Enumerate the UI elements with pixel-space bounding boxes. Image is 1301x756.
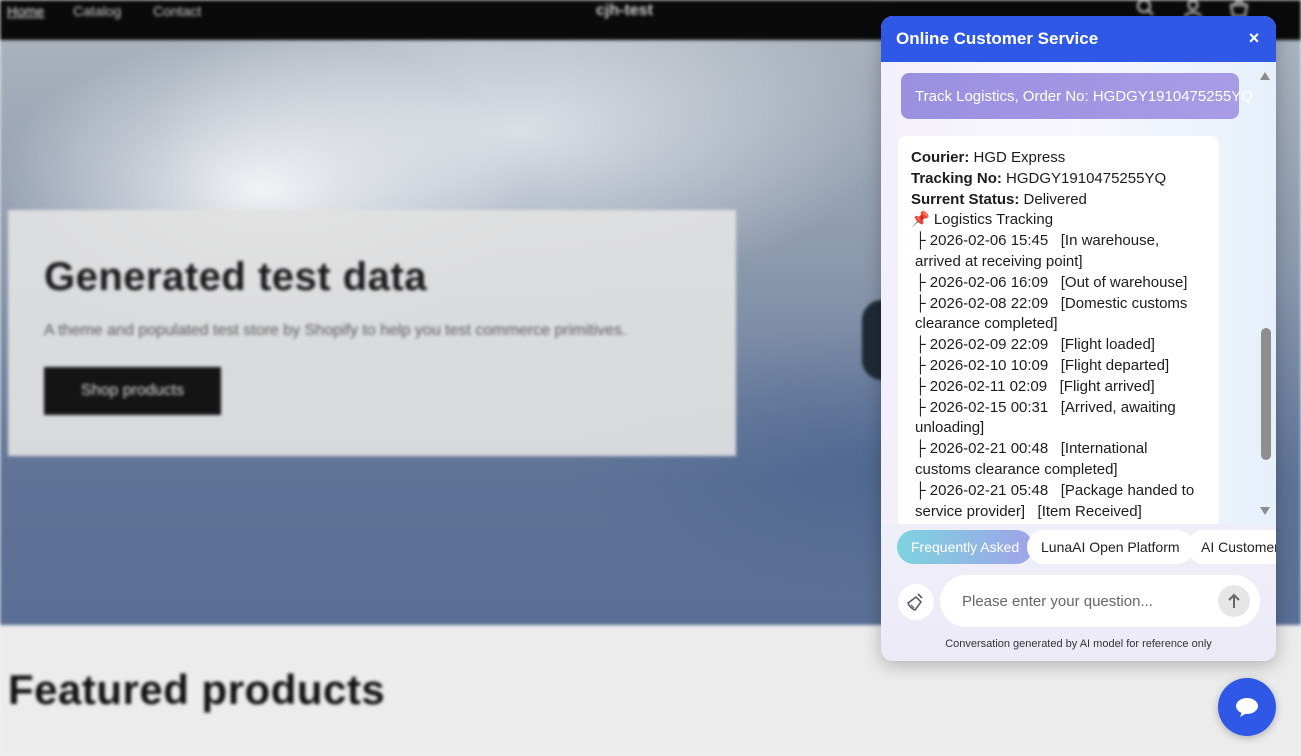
send-button[interactable] — [1218, 585, 1250, 617]
tracking-row: Tracking No: HGDGY1910475255YQ — [911, 169, 1207, 190]
status-label: Surrent Status: — [911, 190, 1020, 208]
clear-chat-broom-icon[interactable] — [898, 584, 934, 620]
tracking-event: ├ 2026-02-08 22:09 [Domestic customs cle… — [915, 294, 1192, 333]
tracking-event: ├ 2026-02-06 16:09 [Out of warehouse] — [915, 273, 1188, 291]
courier-value: HGD Express — [973, 149, 1066, 166]
nav-link-catalog[interactable]: Catalog — [73, 3, 121, 19]
store-brand[interactable]: cjh-test — [596, 2, 653, 20]
tracking-label: Tracking No: — [911, 169, 1002, 187]
tracking-event: ├ 2026-02-10 10:09 [Flight departed] — [915, 356, 1170, 374]
quick-replies: Frequently Asked LunaAI Open Platform AI… — [881, 524, 1276, 568]
chat-header: Online Customer Service × — [881, 16, 1276, 62]
tracking-event: ├ 2026-02-11 02:09 [Flight arrived] — [915, 377, 1155, 395]
quick-reply-ai-customer-service[interactable]: AI Customer Service — [1187, 530, 1276, 564]
status-value: Delivered — [1023, 190, 1087, 208]
user-message: Track Logistics, Order No: HGDGY19104752… — [901, 73, 1253, 119]
status-row: Surrent Status: Delivered — [911, 190, 1207, 211]
chat-input-row — [881, 572, 1276, 632]
close-icon[interactable]: × — [1246, 28, 1262, 48]
courier-label: Courier: — [911, 149, 970, 166]
scrollbar-thumb[interactable] — [1261, 328, 1271, 460]
tracking-event: ├ 2026-02-09 22:09 [Flight loaded] — [915, 336, 1155, 354]
hero-title: Generated test data — [44, 255, 427, 299]
chat-launcher-button[interactable] — [1218, 678, 1276, 736]
chat-window: Online Customer Service × Track Logistic… — [881, 16, 1276, 661]
ai-disclaimer: Conversation generated by AI model for r… — [945, 638, 1212, 650]
quick-reply-frequently-asked[interactable]: Frequently Asked — [897, 530, 1034, 564]
courier-row: Courier: HGD Express — [911, 148, 1207, 169]
chat-messages[interactable]: Track Logistics, Order No: HGDGY19104752… — [881, 62, 1276, 524]
scroll-down-arrow[interactable] — [1260, 507, 1270, 515]
hero-subtitle: A theme and populated test store by Shop… — [44, 322, 627, 339]
featured-products-title: Featured products — [8, 666, 386, 713]
nav-link-home[interactable]: Home — [7, 3, 44, 19]
logistics-tracking-header: 📌 Logistics Tracking — [911, 211, 1054, 229]
question-input[interactable] — [962, 589, 1202, 613]
tracking-event: ├ 2026-02-21 00:48 [International custom… — [915, 440, 1152, 478]
tracking-event: ├ 2026-02-06 15:45 [In warehouse, arrive… — [915, 232, 1164, 270]
nav-link-contact[interactable]: Contact — [153, 3, 201, 19]
tracking-value: HGDGY1910475255YQ — [1006, 169, 1167, 187]
tracking-event: ├ 2026-02-21 05:48 [Package handed to se… — [915, 481, 1199, 520]
question-input-box — [940, 575, 1260, 627]
arrow-up-icon — [1228, 593, 1240, 608]
scroll-up-arrow[interactable] — [1260, 72, 1270, 80]
chat-bubble-icon — [1236, 698, 1258, 717]
shop-products-button[interactable]: Shop products — [44, 367, 221, 415]
bot-message: Courier: HGD Express Tracking No: HGDGY1… — [898, 136, 1219, 524]
chat-title: Online Customer Service — [896, 29, 1099, 48]
tracking-event: ├ 2026-02-15 00:31 [Arrived, awaiting un… — [915, 398, 1180, 437]
quick-reply-lunaai-open-platform[interactable]: LunaAI Open Platform — [1027, 530, 1194, 564]
